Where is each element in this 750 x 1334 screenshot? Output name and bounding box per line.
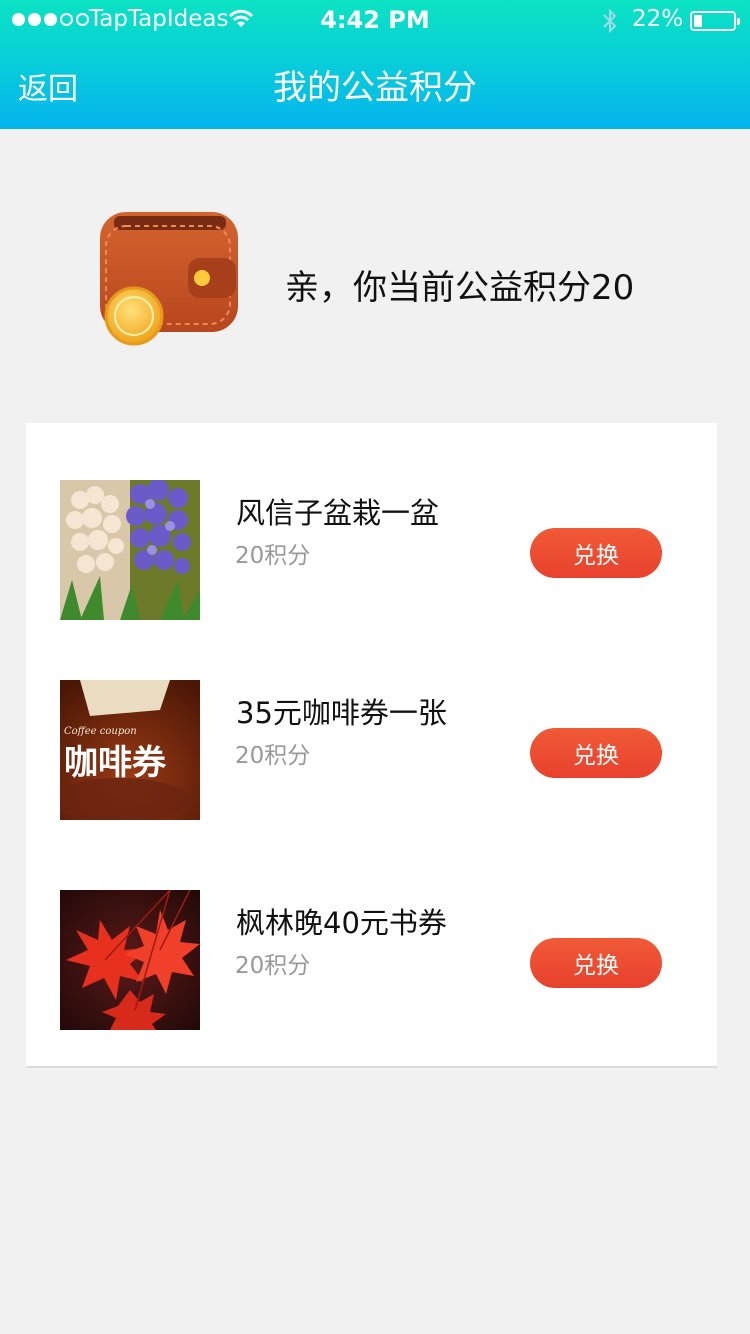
app-header: TapTapIdeas 4:42 PM 22% 返回 我的公益积分 bbox=[0, 0, 750, 129]
rewards-list: 风信子盆栽一盆 20积分 兑换 Coffee coupon 咖啡券 35元咖啡券… bbox=[26, 423, 717, 1068]
item-points: 20积分 bbox=[235, 953, 311, 979]
maple-leaves-image bbox=[60, 890, 200, 1030]
list-item: 枫林晚40元书券 20积分 兑换 bbox=[26, 890, 717, 1030]
bluetooth-icon bbox=[603, 8, 617, 34]
redeem-button[interactable]: 兑换 bbox=[530, 728, 662, 778]
coffee-coupon-image: Coffee coupon 咖啡券 bbox=[60, 680, 200, 820]
wallet-icon bbox=[100, 212, 238, 346]
status-bar: TapTapIdeas 4:42 PM 22% bbox=[0, 0, 750, 40]
points-summary: 亲，你当前公益积分20 bbox=[0, 200, 750, 350]
battery-percentage: 22% bbox=[632, 6, 684, 32]
item-points: 20积分 bbox=[235, 543, 311, 569]
back-button[interactable]: 返回 bbox=[18, 64, 78, 108]
hyacinth-image bbox=[60, 480, 200, 620]
battery-icon bbox=[690, 11, 740, 31]
points-summary-text: 亲，你当前公益积分20 bbox=[285, 268, 635, 308]
item-points: 20积分 bbox=[235, 743, 311, 769]
item-title: 35元咖啡券一张 bbox=[236, 696, 447, 730]
item-title: 风信子盆栽一盆 bbox=[236, 496, 440, 530]
redeem-button[interactable]: 兑换 bbox=[530, 938, 662, 988]
redeem-button[interactable]: 兑换 bbox=[530, 528, 662, 578]
list-item: Coffee coupon 咖啡券 35元咖啡券一张 20积分 兑换 bbox=[26, 680, 717, 820]
item-title: 枫林晚40元书券 bbox=[236, 906, 447, 940]
page-title: 我的公益积分 bbox=[273, 68, 477, 108]
coupon-image-large-text: 咖啡券 bbox=[64, 743, 167, 783]
coupon-image-small-text: Coffee coupon bbox=[64, 726, 137, 737]
list-item: 风信子盆栽一盆 20积分 兑换 bbox=[26, 480, 717, 620]
